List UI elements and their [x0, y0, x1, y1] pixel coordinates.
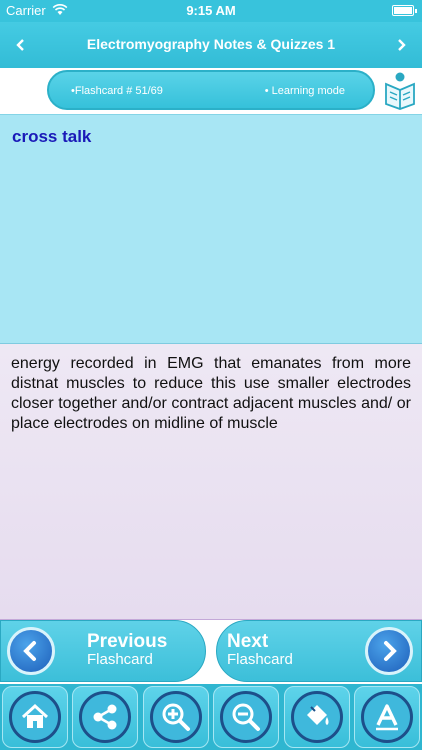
- bottom-toolbar: [0, 684, 422, 750]
- book-reader-logo: [385, 72, 415, 110]
- back-button[interactable]: [6, 30, 36, 60]
- chevron-left-icon: [23, 641, 36, 661]
- chevron-right-icon: [398, 39, 406, 51]
- zoom-in-icon: [149, 691, 202, 743]
- flashcard-answer[interactable]: energy recorded in EMG that emanates fro…: [0, 344, 422, 620]
- battery-icon: [392, 5, 417, 16]
- chevron-right-icon: [384, 641, 397, 661]
- font-icon: [360, 691, 413, 743]
- home-button[interactable]: [2, 686, 68, 748]
- previous-sublabel: Flashcard: [87, 651, 153, 668]
- status-time: 9:15 AM: [186, 3, 236, 18]
- flashcard-question[interactable]: cross talk: [0, 114, 422, 344]
- page-title: Electromyography Notes & Quizzes 1: [86, 36, 336, 52]
- learning-mode-label: • Learning mode: [264, 85, 345, 97]
- paint-bucket-icon: [290, 691, 343, 743]
- info-band: •Flashcard # 51/69 • Learning mode: [0, 68, 422, 114]
- flashcard-info-pill: •Flashcard # 51/69 • Learning mode: [47, 70, 375, 110]
- share-icon: [79, 691, 132, 743]
- nav-bar: Electromyography Notes & Quizzes 1: [0, 22, 422, 68]
- theme-color-button[interactable]: [283, 686, 350, 748]
- zoom-in-button[interactable]: [142, 686, 209, 748]
- forward-button[interactable]: [386, 30, 416, 60]
- flashcard-term: cross talk: [12, 127, 92, 146]
- status-bar: Carrier 9:15 AM: [0, 0, 422, 22]
- previous-circle: [7, 627, 55, 675]
- next-circle: [365, 627, 413, 675]
- next-label: Next: [227, 631, 269, 652]
- font-button[interactable]: [353, 686, 420, 748]
- flashcard-definition: energy recorded in EMG that emanates fro…: [11, 355, 411, 432]
- share-button[interactable]: [72, 686, 139, 748]
- zoom-out-icon: [220, 691, 273, 743]
- next-sublabel: Flashcard: [227, 651, 293, 668]
- next-flashcard-button[interactable]: Next Flashcard: [216, 620, 422, 682]
- pager-band: Previous Flashcard Next Flashcard: [0, 620, 422, 684]
- previous-flashcard-button[interactable]: Previous Flashcard: [0, 620, 206, 682]
- home-icon: [9, 691, 61, 743]
- flashcard-counter: •Flashcard # 51/69: [71, 85, 163, 97]
- chevron-left-icon: [16, 39, 24, 51]
- zoom-out-button[interactable]: [213, 686, 280, 748]
- previous-label: Previous: [87, 631, 168, 652]
